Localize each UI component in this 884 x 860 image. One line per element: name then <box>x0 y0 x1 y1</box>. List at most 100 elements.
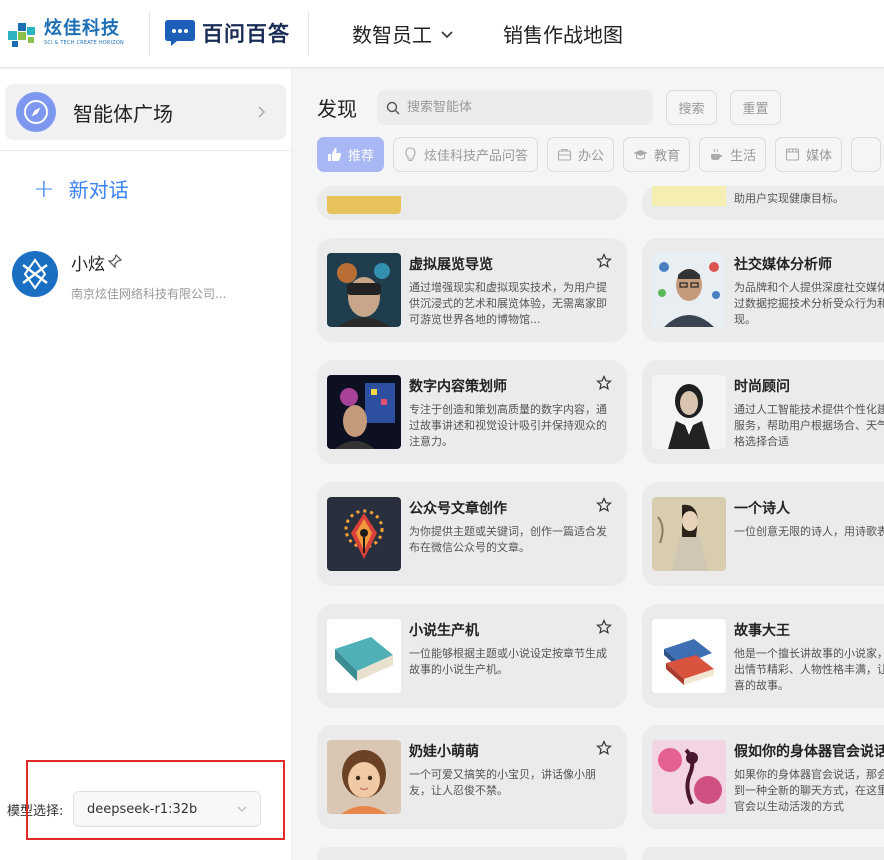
card-thumbnail <box>652 619 726 693</box>
agent-card-novel-generator[interactable]: 小说生产机 一位能够根据主题或小说设定按章节生成故事的小说生产机。 <box>317 604 627 708</box>
card-description: 专注于创造和策划高质量的数字内容，通过故事讲述和视觉设计吸引并保持观众的注意力。 <box>409 403 607 448</box>
card-thumbnail <box>327 375 401 449</box>
brand-logo-xuanjia[interactable]: 炫佳科技 SCI & TECH CREATE HORIZON <box>6 14 124 52</box>
agent-card-digital-content[interactable]: 数字内容策划师 专注于创造和策划高质量的数字内容，通过故事讲述和视觉设计吸引并保… <box>317 360 627 464</box>
agent-card[interactable] <box>642 847 884 860</box>
card-title: 社交媒体分析师 <box>734 257 832 273</box>
plus-icon: + <box>33 173 55 204</box>
card-title: 虚拟展览导览 <box>409 257 493 273</box>
search-icon <box>386 101 400 114</box>
pin-icon[interactable] <box>107 253 123 269</box>
card-description: 通过人工智能技术提供个性化建议和搭配服务，帮助用户根据场合、天气和个人风格选择合… <box>734 403 884 448</box>
card-description: 为品牌和个人提供深度社交媒体服务，通过数据挖掘技术分析受众行为和内容表现。 <box>734 281 884 326</box>
tab-label: 办公 <box>578 149 605 164</box>
card-title: 假如你的身体器官会说话 <box>734 744 884 760</box>
nav-sales-map[interactable]: 销售作战地图 <box>503 19 623 48</box>
card-description: 他是一个擅长讲故事的小说家，他总是写出情节精彩、人物性格丰满，让读者潮惊喜的故事… <box>734 647 884 692</box>
tab-office[interactable]: 办公 <box>547 137 615 172</box>
agent-card-virtual-exhibition[interactable]: 虚拟展览导览 通过增强现实和虚拟现实技术，为用户提供沉浸式的艺术和展览体验，无需… <box>317 238 627 342</box>
agent-square-button[interactable]: 智能体广场 <box>5 84 286 140</box>
card-thumbnail <box>652 186 726 206</box>
left-sidebar: 智能体广场 + 新对话 小炫 南京炫佳网络科技有限公司... 模型选择: dee… <box>0 69 292 860</box>
star-icon[interactable] <box>596 253 612 269</box>
search-input[interactable] <box>407 100 637 115</box>
chat-bubble-logo-icon <box>165 20 195 46</box>
agent-square-label: 智能体广场 <box>73 101 173 126</box>
tab-recommend[interactable]: 推荐 <box>317 137 385 172</box>
agent-company: 南京炫佳网络科技有限公司... <box>71 287 227 301</box>
xuanjia-logo-icon <box>8 23 35 47</box>
card-description: 一位创意无限的诗人，用诗歌表达一切。 <box>734 525 884 538</box>
agent-card-body-organs[interactable]: 假如你的身体器官会说话 如果你的身体器官会说话，那会让你体验到一种全新的聊天方式… <box>642 725 884 829</box>
coffee-icon <box>711 148 723 160</box>
sidebar-divider <box>0 150 292 151</box>
search-button[interactable]: 搜索 <box>666 90 717 125</box>
tab-label: 媒体 <box>806 149 833 164</box>
top-header: 炫佳科技 SCI & TECH CREATE HORIZON 百问百答 数智员工… <box>0 0 884 68</box>
nav-digital-employee[interactable]: 数智员工 <box>352 19 454 48</box>
discover-panel: 发现 搜索 重置 推荐 炫佳科技产品问答 办公 <box>293 69 884 860</box>
card-description: 一个可爱又搞笑的小宝贝，讲话像小朋友，让人忍俊不禁。 <box>409 768 596 797</box>
category-tabs: 推荐 炫佳科技产品问答 办公 教育 生活 媒体 <box>317 137 882 172</box>
graduation-cap-icon <box>633 150 648 160</box>
card-description: 通过增强现实和虚拟现实技术，为用户提供沉浸式的艺术和展览体验，无需离家即可游览世… <box>409 281 607 326</box>
compass-icon <box>16 92 56 132</box>
new-chat-label: 新对话 <box>68 178 129 202</box>
avatar <box>12 251 58 297</box>
agent-card-fashion[interactable]: 时尚顾问 通过人工智能技术提供个性化建议和搭配服务，帮助用户根据场合、天气和个人… <box>642 360 884 464</box>
card-title: 故事大王 <box>734 623 790 639</box>
star-icon[interactable] <box>596 497 612 513</box>
card-description: 为你提供主题或关键词，创作一篇适合发布在微信公众号的文章。 <box>409 525 607 554</box>
star-icon[interactable] <box>596 375 612 391</box>
tab-media[interactable]: 媒体 <box>775 137 843 172</box>
card-description: 助用户实现健康目标。 <box>734 192 844 205</box>
brand2-name: 百问百答 <box>202 22 290 46</box>
card-thumbnail <box>652 740 726 814</box>
card-title: 一个诗人 <box>734 501 790 517</box>
agent-card-poet[interactable]: 一个诗人 一位创意无限的诗人，用诗歌表达一切。 <box>642 482 884 586</box>
nav-label: 销售作战地图 <box>503 23 623 47</box>
header-divider <box>308 12 309 56</box>
card-title: 公众号文章创作 <box>409 501 507 517</box>
agent-card-baby[interactable]: 奶娃小萌萌 一个可爱又搞笑的小宝贝，讲话像小朋友，让人忍俊不禁。 <box>317 725 627 829</box>
search-box[interactable] <box>377 90 653 125</box>
card-thumbnail <box>327 740 401 814</box>
tab-label: 生活 <box>730 149 757 164</box>
card-description: 如果你的身体器官会说话，那会让你体验到一种全新的聊天方式，在这里，你的器官会以生… <box>734 768 884 813</box>
card-title: 数字内容策划师 <box>409 379 507 395</box>
agent-card-story-king[interactable]: 故事大王 他是一个擅长讲故事的小说家，他总是写出情节精彩、人物性格丰满，让读者潮… <box>642 604 884 708</box>
bulb-icon <box>405 147 416 162</box>
card-title: 小说生产机 <box>409 623 479 639</box>
thumbs-up-icon <box>328 148 342 161</box>
agent-card[interactable] <box>317 186 627 220</box>
tab-product-qa[interactable]: 炫佳科技产品问答 <box>393 137 539 172</box>
tab-life[interactable]: 生活 <box>699 137 767 172</box>
tab-label: 推荐 <box>348 149 375 164</box>
card-thumbnail <box>327 619 401 693</box>
star-icon[interactable] <box>596 619 612 635</box>
highlight-annotation-box <box>26 760 285 840</box>
card-thumbnail <box>327 196 401 214</box>
media-icon <box>786 148 800 161</box>
chevron-right-icon <box>258 106 266 118</box>
brand-logo-baiwen[interactable]: 百问百答 <box>164 16 290 50</box>
brand1-name: 炫佳科技 <box>44 18 120 39</box>
reset-button[interactable]: 重置 <box>730 90 781 125</box>
new-chat-button[interactable]: + 新对话 <box>33 174 129 203</box>
agent-list-item[interactable]: 小炫 南京炫佳网络科技有限公司... <box>12 247 282 307</box>
card-description: 一位能够根据主题或小说设定按章节生成故事的小说生产机。 <box>409 647 607 676</box>
tab-more[interactable] <box>851 137 882 172</box>
briefcase-icon <box>557 148 572 161</box>
page-title: 发现 <box>317 97 357 121</box>
tab-education[interactable]: 教育 <box>623 137 691 172</box>
agent-card-social-media[interactable]: 社交媒体分析师 为品牌和个人提供深度社交媒体服务，通过数据挖掘技术分析受众行为和… <box>642 238 884 342</box>
star-icon[interactable] <box>596 740 612 756</box>
card-thumbnail <box>327 497 401 571</box>
header-divider <box>149 12 150 56</box>
nav-label: 数智员工 <box>352 23 432 47</box>
tab-label: 教育 <box>654 149 681 164</box>
agent-card[interactable]: 助用户实现健康目标。 <box>642 186 884 220</box>
agent-card[interactable] <box>317 847 627 860</box>
card-title: 奶娃小萌萌 <box>409 744 479 760</box>
agent-card-official-account[interactable]: 公众号文章创作 为你提供主题或关键词，创作一篇适合发布在微信公众号的文章。 <box>317 482 627 586</box>
